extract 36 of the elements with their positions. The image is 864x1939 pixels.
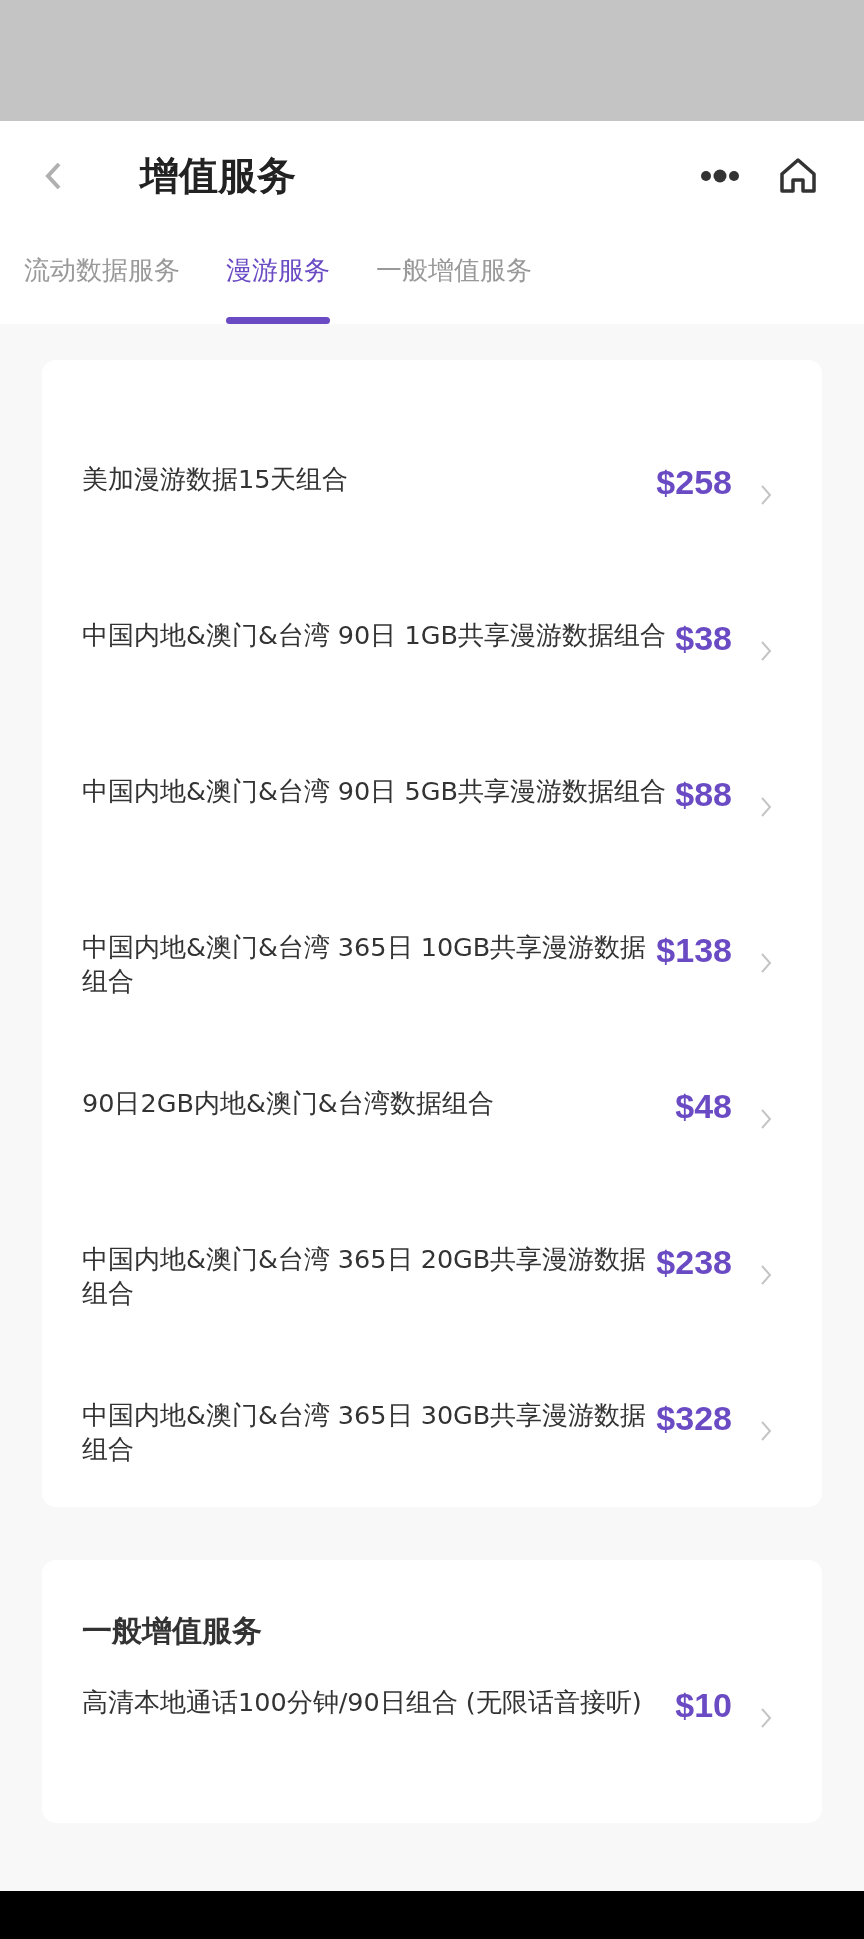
service-name: 中国内地&澳门&台湾 90日 1GB共享漫游数据组合 bbox=[82, 619, 667, 652]
chevron-right-icon bbox=[760, 484, 772, 506]
chevron-right-icon bbox=[760, 1420, 772, 1442]
service-name: 中国内地&澳门&台湾 90日 5GB共享漫游数据组合 bbox=[82, 775, 667, 808]
service-item[interactable]: 中国内地&澳门&台湾 365日 20GB共享漫游数据组合 $238 bbox=[42, 1198, 822, 1354]
service-item[interactable]: 美加漫游数据15天组合 $258 bbox=[42, 418, 822, 574]
tab[interactable]: 漫游服务 bbox=[226, 231, 330, 324]
chevron-right-icon bbox=[760, 796, 772, 818]
service-price: $88 bbox=[675, 774, 732, 814]
service-name: 90日2GB内地&澳门&台湾数据组合 bbox=[82, 1087, 495, 1120]
service-price: $328 bbox=[656, 1398, 732, 1438]
service-name: 中国内地&澳门&台湾 365日 20GB共享漫游数据组合 bbox=[82, 1243, 648, 1310]
service-item[interactable]: 中国内地&澳门&台湾 90日 5GB共享漫游数据组合 $88 bbox=[42, 730, 822, 886]
page-title: 增值服务 bbox=[140, 151, 297, 200]
service-name: 美加漫游数据15天组合 bbox=[82, 463, 350, 496]
service-name: 高清本地通话100分钟/90日组合 (无限话音接听) bbox=[82, 1686, 643, 1719]
chevron-right-icon bbox=[760, 1108, 772, 1130]
service-item[interactable]: 90日2GB内地&澳门&台湾数据组合 $48 bbox=[42, 1042, 822, 1198]
service-price: $48 bbox=[675, 1086, 732, 1126]
service-item[interactable]: 中国内地&澳门&台湾 365日 10GB共享漫游数据组合 $138 bbox=[42, 886, 822, 1042]
chevron-right-icon bbox=[760, 1264, 772, 1286]
service-item[interactable]: 中国内地&澳门&台湾 90日 1GB共享漫游数据组合 $38 bbox=[42, 574, 822, 730]
home-icon[interactable] bbox=[778, 157, 818, 195]
service-price: $38 bbox=[675, 618, 732, 658]
service-price: $238 bbox=[656, 1242, 732, 1282]
section-title: 一般增值服务 bbox=[82, 1613, 262, 1648]
service-name: 中国内地&澳门&台湾 365日 10GB共享漫游数据组合 bbox=[82, 931, 648, 998]
chevron-right-icon bbox=[760, 1707, 772, 1729]
service-name: 中国内地&澳门&台湾 365日 30GB共享漫游数据组合 bbox=[82, 1399, 648, 1466]
chevron-right-icon bbox=[760, 640, 772, 662]
service-price: $10 bbox=[675, 1685, 732, 1725]
service-item[interactable]: 中国内地&澳门&台湾 365日 30GB共享漫游数据组合 $328 bbox=[42, 1354, 822, 1510]
chevron-right-icon bbox=[760, 952, 772, 974]
service-price: $138 bbox=[656, 930, 732, 970]
more-icon[interactable] bbox=[700, 169, 740, 183]
service-price: $258 bbox=[656, 462, 732, 502]
